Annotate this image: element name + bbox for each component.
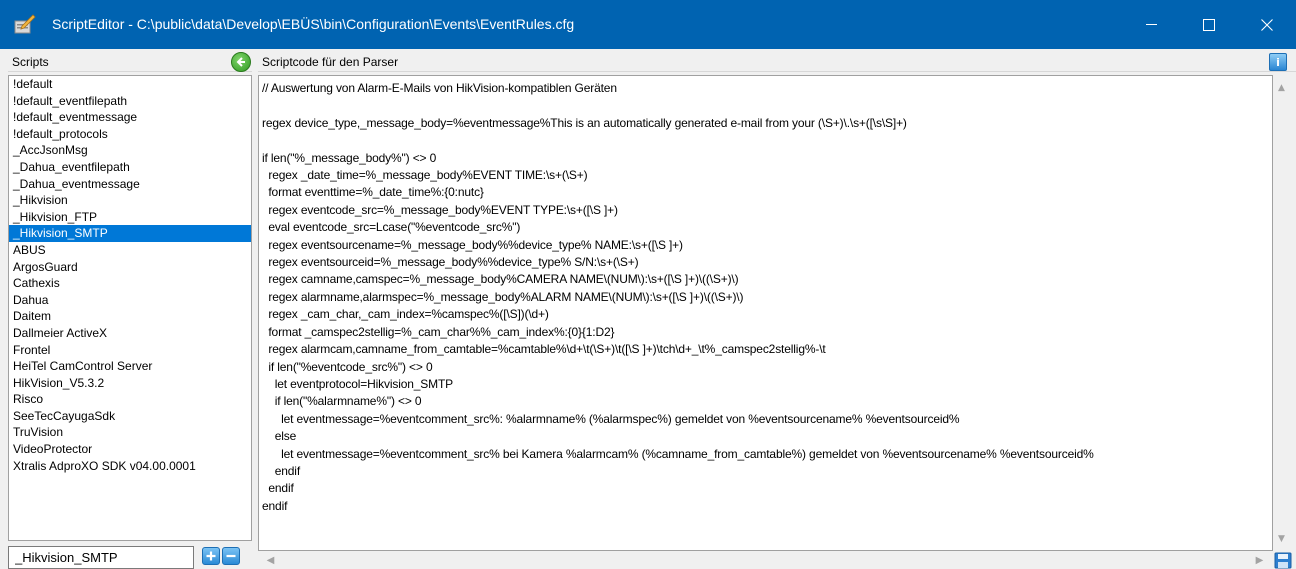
title-bar: ScriptEditor - C:\public\data\Develop\EB… bbox=[0, 0, 1296, 49]
code-text[interactable]: // Auswertung von Alarm-E-Mails von HikV… bbox=[262, 80, 1094, 515]
script-list-item[interactable]: Cathexis bbox=[9, 275, 251, 292]
scroll-left-icon[interactable]: ◀ bbox=[262, 551, 279, 569]
script-list-item[interactable]: _Hikvision bbox=[9, 192, 251, 209]
plus-icon bbox=[206, 551, 216, 561]
script-editor-app-icon bbox=[14, 14, 36, 34]
apply-script-button[interactable] bbox=[231, 52, 251, 72]
script-list-item[interactable]: SeeTecCayugaSdk bbox=[9, 408, 251, 425]
script-list-item[interactable]: !default_eventmessage bbox=[9, 109, 251, 126]
scripts-header: Scripts bbox=[8, 52, 252, 72]
script-list-item[interactable]: Xtralis AdproXO SDK v04.00.0001 bbox=[9, 458, 251, 475]
save-icon bbox=[1274, 552, 1292, 569]
scroll-up-icon[interactable]: ▲ bbox=[1273, 79, 1290, 96]
script-list-item[interactable]: _Dahua_eventmessage bbox=[9, 176, 251, 193]
window-title: ScriptEditor - C:\public\data\Develop\EB… bbox=[52, 16, 575, 32]
horizontal-scrollbar[interactable]: ◀ ▶ bbox=[258, 551, 1273, 569]
minus-icon bbox=[226, 554, 236, 558]
script-list-item[interactable]: _Hikvision_SMTP bbox=[9, 225, 251, 242]
minimize-button[interactable] bbox=[1122, 0, 1180, 49]
script-list-item[interactable]: _Dahua_eventfilepath bbox=[9, 159, 251, 176]
add-script-button[interactable] bbox=[202, 547, 220, 565]
save-button[interactable] bbox=[1274, 552, 1292, 569]
parser-code-header: Scriptcode für den Parser i bbox=[258, 52, 1296, 72]
script-list-item[interactable]: Dahua bbox=[9, 292, 251, 309]
script-list-item[interactable]: _AccJsonMsg bbox=[9, 142, 251, 159]
minimize-icon bbox=[1145, 24, 1157, 25]
script-list-item[interactable]: ArgosGuard bbox=[9, 259, 251, 276]
script-list-item[interactable]: !default_protocols bbox=[9, 126, 251, 143]
script-name-input[interactable] bbox=[8, 546, 194, 569]
script-list-item[interactable]: Daitem bbox=[9, 308, 251, 325]
info-icon: i bbox=[1276, 55, 1280, 69]
scroll-down-icon[interactable]: ▼ bbox=[1273, 530, 1290, 547]
close-icon bbox=[1261, 18, 1273, 31]
script-list-item[interactable]: Dallmeier ActiveX bbox=[9, 325, 251, 342]
vertical-scrollbar[interactable]: ▲ ▼ bbox=[1273, 75, 1290, 551]
arrow-left-icon bbox=[236, 57, 245, 67]
script-list-item[interactable]: Frontel bbox=[9, 342, 251, 359]
info-button[interactable]: i bbox=[1269, 53, 1287, 71]
script-list-item[interactable]: !default bbox=[9, 76, 251, 93]
script-list-item[interactable]: !default_eventfilepath bbox=[9, 93, 251, 110]
close-button[interactable] bbox=[1238, 0, 1296, 49]
script-list-item[interactable]: _Hikvision_FTP bbox=[9, 209, 251, 226]
script-list-item[interactable]: Risco bbox=[9, 391, 251, 408]
maximize-icon bbox=[1203, 18, 1215, 31]
scripts-header-label: Scripts bbox=[12, 55, 49, 69]
remove-script-button[interactable] bbox=[222, 547, 240, 565]
script-list-item[interactable]: VideoProtector bbox=[9, 441, 251, 458]
parser-code-header-label: Scriptcode für den Parser bbox=[262, 55, 399, 69]
maximize-button[interactable] bbox=[1180, 0, 1238, 49]
scroll-right-icon[interactable]: ▶ bbox=[1251, 551, 1268, 569]
script-list[interactable]: !default !default_eventfilepath !default_e… bbox=[8, 75, 252, 541]
script-list-item[interactable]: ABUS bbox=[9, 242, 251, 259]
code-editor[interactable]: // Auswertung von Alarm-E-Mails von HikV… bbox=[258, 75, 1273, 551]
script-list-item[interactable]: TruVision bbox=[9, 424, 251, 441]
script-list-item[interactable]: HeiTel CamControl Server bbox=[9, 358, 251, 375]
script-list-item[interactable]: HikVision_V5.3.2 bbox=[9, 375, 251, 392]
